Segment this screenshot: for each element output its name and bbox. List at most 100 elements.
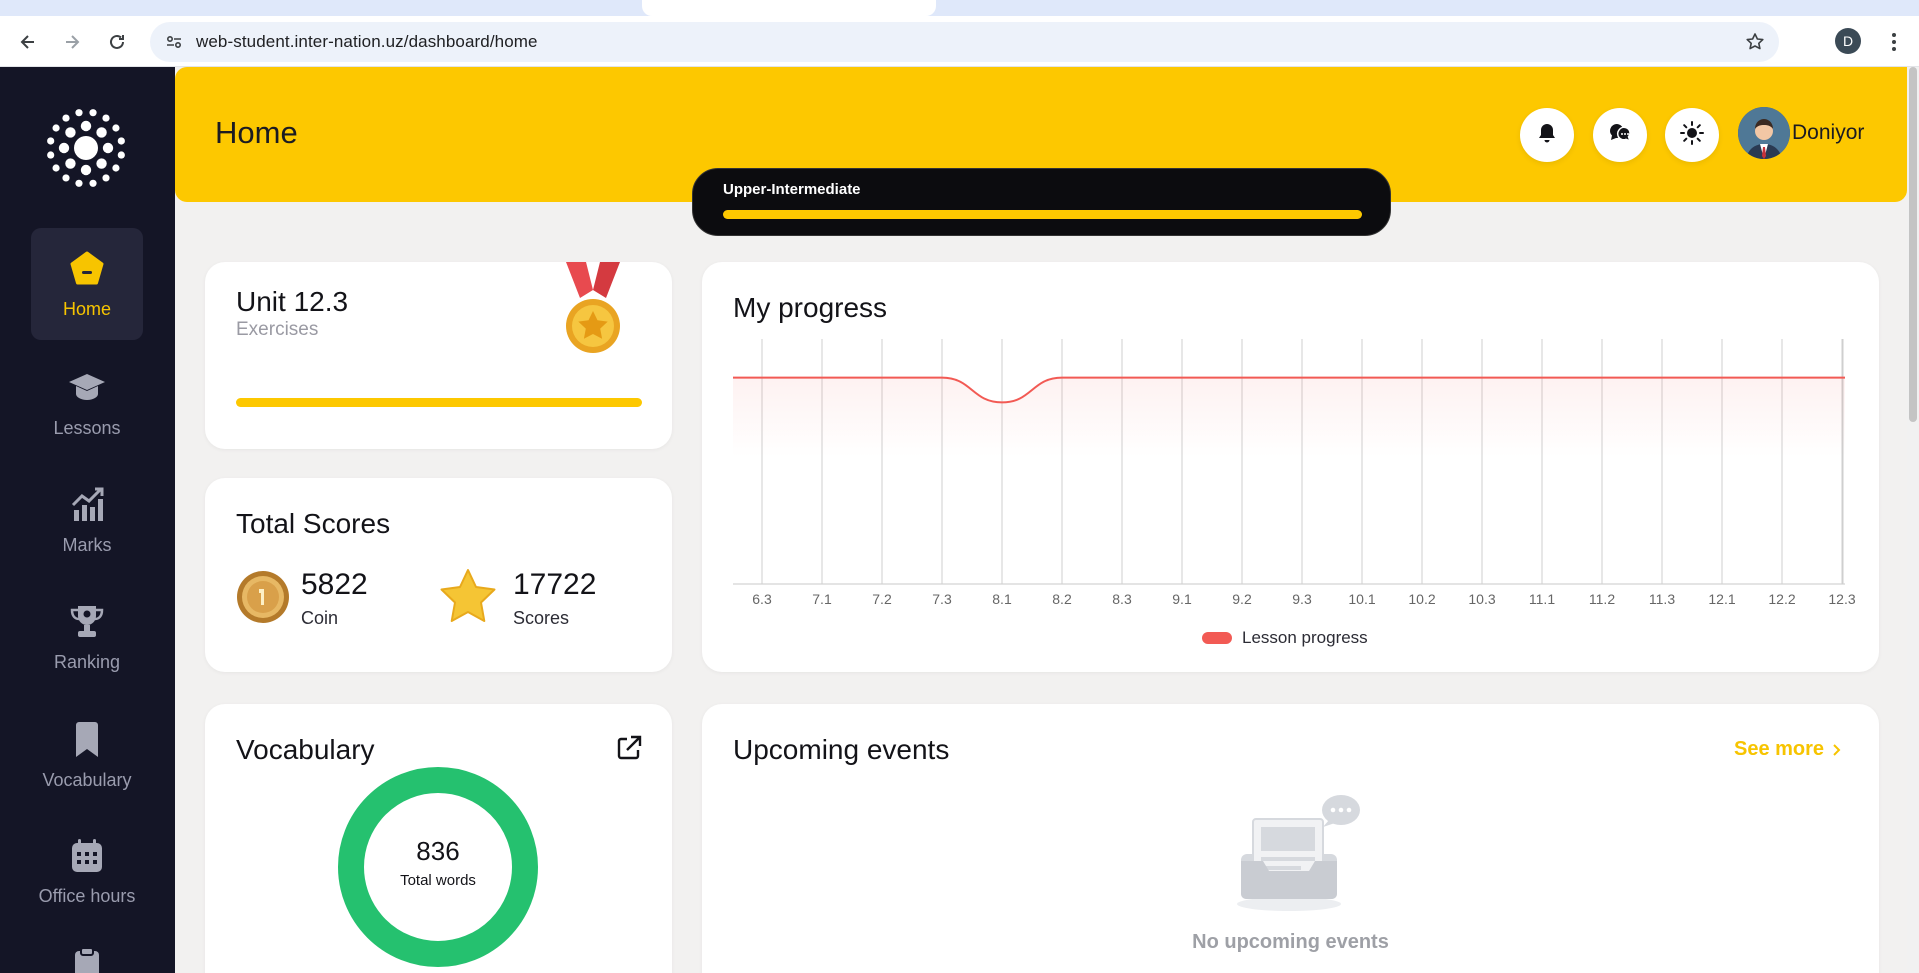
browser-menu-icon[interactable] bbox=[1884, 28, 1904, 56]
sidebar-item-label: Home bbox=[62, 298, 111, 319]
page-title: Home bbox=[215, 115, 298, 150]
url-text: web-student.inter-nation.uz/dashboard/ho… bbox=[196, 32, 538, 51]
sidebar-item-label: Ranking bbox=[53, 651, 121, 672]
level-progress-pill: Upper-Intermediate bbox=[692, 168, 1391, 236]
reload-icon[interactable] bbox=[101, 26, 133, 58]
unit-progress-bar bbox=[236, 398, 642, 407]
medal-icon bbox=[566, 262, 620, 353]
chevron-right-icon bbox=[1833, 743, 1841, 756]
coin-score: 5822 Coin bbox=[236, 568, 396, 628]
level-name: Upper-Intermediate bbox=[723, 181, 861, 198]
chart-up-icon bbox=[67, 485, 107, 525]
x-tick-label: 9.2 bbox=[1232, 591, 1252, 607]
coin-value: 5822 bbox=[301, 568, 368, 601]
clipboard-icon bbox=[67, 945, 107, 973]
unit-title: Unit 12.3 bbox=[236, 286, 349, 317]
calendar-icon bbox=[67, 836, 107, 876]
legend-label: Lesson progress bbox=[1242, 628, 1368, 647]
my-progress-card: My progress 6.3 7.1 7.2 7.3 8.1 8.2 8.3 9.1 9.2 9… bbox=[702, 262, 1879, 672]
address-bar[interactable]: web-student.inter-nation.uz/dashboard/ho… bbox=[150, 22, 1779, 62]
x-tick-label: 10.1 bbox=[1348, 591, 1375, 607]
x-tick-label: 10.2 bbox=[1408, 591, 1435, 607]
scrollbar-thumb[interactable] bbox=[1909, 67, 1917, 422]
external-link-icon[interactable] bbox=[615, 734, 643, 762]
sidebar: Home Lessons Marks Ranking Vocabulary Of… bbox=[0, 67, 175, 973]
sidebar-item-label: Office hours bbox=[38, 885, 136, 906]
star-icon bbox=[440, 569, 496, 622]
sidebar-item-more[interactable] bbox=[31, 945, 143, 973]
empty-inbox-icon bbox=[1237, 795, 1360, 911]
no-events-text: No upcoming events bbox=[1192, 931, 1389, 953]
events-title: Upcoming events bbox=[733, 734, 950, 765]
see-more-link[interactable]: See more bbox=[1734, 738, 1842, 761]
upcoming-events-card: Upcoming events See more No upcoming eve… bbox=[702, 704, 1879, 973]
unit-subtitle: Exercises bbox=[236, 319, 319, 340]
x-tick-label: 8.2 bbox=[1052, 591, 1072, 607]
back-icon[interactable] bbox=[12, 26, 44, 58]
sidebar-item-vocabulary[interactable]: Vocabulary bbox=[31, 699, 143, 811]
x-tick-label: 11.3 bbox=[1649, 591, 1675, 607]
sidebar-item-marks[interactable]: Marks bbox=[31, 464, 143, 576]
sidebar-item-lessons[interactable]: Lessons bbox=[31, 347, 143, 459]
bookmark-icon bbox=[67, 720, 107, 760]
coin-label: Coin bbox=[301, 608, 339, 628]
series-area bbox=[733, 377, 1845, 457]
browser-profile-avatar[interactable]: D bbox=[1835, 28, 1861, 54]
see-more-label: See more bbox=[1734, 738, 1825, 760]
logo-icon[interactable] bbox=[40, 102, 132, 194]
trophy-icon bbox=[67, 602, 107, 642]
vocabulary-card: Vocabulary 836 Total words bbox=[205, 704, 672, 973]
total-score: 17722 Scores bbox=[440, 568, 642, 628]
vocabulary-total: 836 bbox=[416, 836, 460, 866]
messages-button[interactable] bbox=[1593, 108, 1647, 162]
x-tick-label: 9.1 bbox=[1172, 591, 1192, 607]
bookmark-star-icon[interactable] bbox=[1743, 30, 1767, 54]
score-label: Scores bbox=[513, 608, 570, 628]
x-tick-label: 9.3 bbox=[1292, 591, 1312, 607]
vocabulary-title: Vocabulary bbox=[236, 734, 375, 765]
user-name[interactable]: Doniyor bbox=[1792, 121, 1864, 145]
x-tick-label: 8.1 bbox=[992, 591, 1012, 607]
x-tick-label: 12.3 bbox=[1828, 591, 1855, 607]
x-tick-label: 12.2 bbox=[1768, 591, 1795, 607]
x-tick-label: 7.2 bbox=[872, 591, 892, 607]
chat-icon bbox=[1607, 120, 1633, 151]
score-value: 17722 bbox=[513, 568, 597, 601]
x-tick-label: 8.3 bbox=[1112, 591, 1132, 607]
total-scores-card: Total Scores 5822 Coin 17722 Scores bbox=[205, 478, 672, 672]
vocabulary-total-label: Total words bbox=[400, 872, 476, 889]
site-info-icon[interactable] bbox=[162, 30, 186, 54]
page-scrollbar[interactable] bbox=[1907, 67, 1919, 973]
scores-title: Total Scores bbox=[236, 508, 391, 539]
x-tick-label: 7.1 bbox=[812, 591, 832, 607]
legend-swatch bbox=[1202, 632, 1232, 644]
progress-chart: 6.3 7.1 7.2 7.3 8.1 8.2 8.3 9.1 9.2 9.3 10.1 10.2 10… bbox=[733, 339, 1856, 647]
sidebar-item-ranking[interactable]: Ranking bbox=[31, 581, 143, 693]
theme-toggle-button[interactable] bbox=[1665, 108, 1719, 162]
notifications-button[interactable] bbox=[1520, 108, 1574, 162]
level-progress-bar bbox=[723, 210, 1362, 219]
x-tick-label: 10.3 bbox=[1468, 591, 1495, 607]
sun-icon bbox=[1679, 120, 1705, 151]
sidebar-item-label: Marks bbox=[62, 534, 112, 555]
browser-tabstrip bbox=[0, 0, 1919, 16]
home-icon bbox=[67, 249, 107, 289]
vocabulary-donut: 836 Total words bbox=[337, 766, 539, 973]
browser-active-tab[interactable] bbox=[642, 0, 936, 16]
browser-toolbar: web-student.inter-nation.uz/dashboard/ho… bbox=[0, 16, 1919, 67]
x-tick-label: 11.2 bbox=[1589, 591, 1615, 607]
sidebar-item-home[interactable]: Home bbox=[31, 228, 143, 340]
unit-card[interactable]: Unit 12.3 Exercises bbox=[205, 262, 672, 449]
x-tick-label: 6.3 bbox=[752, 591, 772, 607]
graduation-cap-icon bbox=[67, 368, 107, 408]
sidebar-item-office-hours[interactable]: Office hours bbox=[31, 815, 143, 927]
sidebar-item-label: Vocabulary bbox=[42, 769, 132, 790]
avatar[interactable] bbox=[1738, 107, 1790, 159]
bell-icon bbox=[1535, 121, 1559, 150]
x-tick-label: 7.3 bbox=[932, 591, 952, 607]
sidebar-item-label: Lessons bbox=[53, 417, 121, 438]
x-tick-label: 11.1 bbox=[1529, 591, 1555, 607]
coin-icon bbox=[237, 571, 289, 623]
forward-icon[interactable] bbox=[56, 26, 88, 58]
x-tick-label: 12.1 bbox=[1708, 591, 1735, 607]
